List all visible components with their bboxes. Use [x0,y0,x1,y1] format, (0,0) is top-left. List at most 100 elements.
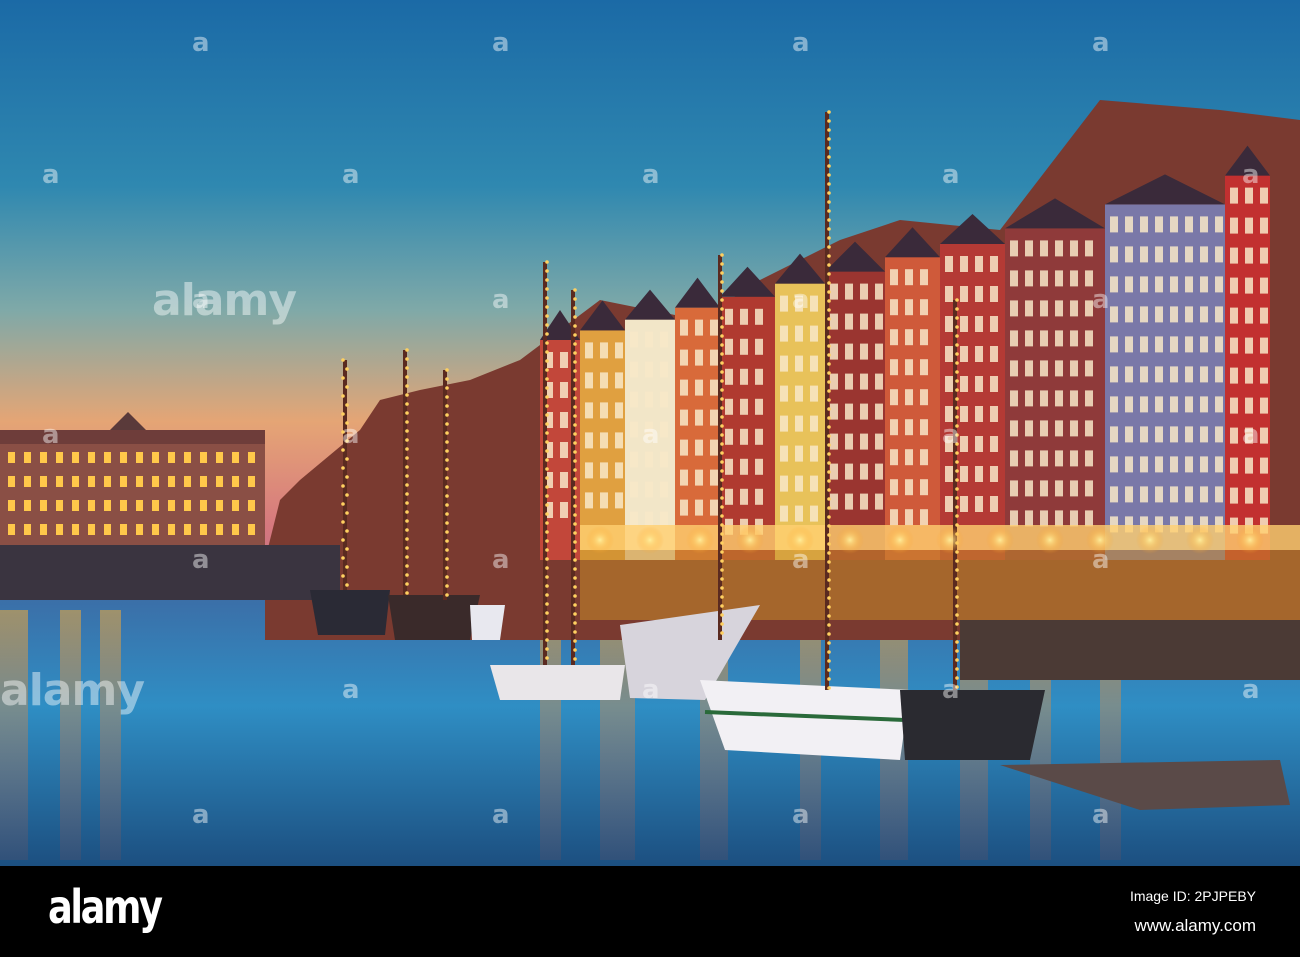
light-bulb [955,460,959,464]
light-bulb [405,519,409,523]
watermark-mark: a [192,28,210,58]
light-bulb [720,307,724,311]
light-bulb [405,357,409,361]
light-bulb [827,308,831,312]
boat [470,605,505,640]
light-bulb [955,667,959,671]
light-bulb [405,582,409,586]
light-bulb [573,423,577,427]
light-bulb [827,461,831,465]
light-bulb [955,649,959,653]
light-bulb [445,422,449,426]
image-id: Image ID: 2PJPEBY [1129,888,1256,904]
light-bulb [827,326,831,330]
light-bulb [545,395,549,399]
light-bulb [573,459,577,463]
light-bulb [573,324,577,328]
light-bulb [573,540,577,544]
light-bulb [545,611,549,615]
light-bulb [445,368,449,372]
light-bulb [445,548,449,552]
footer-bar: alamy Image ID: 2PJPEBY www.alamy.com [0,866,1300,957]
light-bulb [445,485,449,489]
light-bulb [955,397,959,401]
light-bulb [573,657,577,661]
light-bulb [345,403,349,407]
light-bulb [827,344,831,348]
light-bulb [720,433,724,437]
light-bulb [827,677,831,681]
light-bulb [405,591,409,595]
light-bulb [827,533,831,537]
light-bulb [955,568,959,572]
light-bulb [827,479,831,483]
light-bulb [573,630,577,634]
light-bulb [827,434,831,438]
light-bulb [827,524,831,528]
light-bulb [545,413,549,417]
light-bulb [955,559,959,563]
light-bulb [445,530,449,534]
watermark-mark: a [342,160,360,190]
light-bulb [545,503,549,507]
light-bulb [827,686,831,690]
light-bulb [573,603,577,607]
light-bulb [720,505,724,509]
house [675,277,720,560]
light-bulb [445,539,449,543]
light-bulb [573,495,577,499]
light-bulb [405,537,409,541]
light-bulb [573,567,577,571]
light-bulb [827,551,831,555]
light-bulb [573,333,577,337]
light-bulb [720,604,724,608]
light-bulb [445,449,449,453]
light-bulb [720,532,724,536]
light-bulb [955,334,959,338]
light-bulb [955,622,959,626]
boat [900,690,1045,760]
light-bulb [955,478,959,482]
light-bulb [955,505,959,509]
light-bulb [445,584,449,588]
light-bulb [445,431,449,435]
light-bulb [827,335,831,339]
light-bulb [545,314,549,318]
light-bulb [341,412,345,416]
light-bulb [445,377,449,381]
light-bulb [405,438,409,442]
light-bulb [345,583,349,587]
watermark-mark: a [1092,800,1110,830]
light-bulb [545,656,549,660]
light-bulb [827,452,831,456]
light-bulb [445,413,449,417]
light-bulb [720,316,724,320]
light-bulb [827,560,831,564]
light-bulb [955,523,959,527]
light-bulb [545,548,549,552]
light-bulb [955,379,959,383]
light-bulb [827,110,831,114]
watermark-mark: a [642,675,660,705]
light-bulb [827,317,831,321]
light-bulb [827,632,831,636]
watermark-mark: a [792,285,810,315]
light-bulb [573,297,577,301]
light-bulb [405,465,409,469]
light-bulb [545,260,549,264]
light-bulb [827,668,831,672]
light-bulb [573,360,577,364]
light-bulb [955,451,959,455]
light-bulb [827,569,831,573]
light-bulb [405,366,409,370]
light-bulb [545,629,549,633]
light-bulb [827,443,831,447]
light-bulb [827,200,831,204]
light-bulb [545,296,549,300]
light-bulb [405,528,409,532]
light-bulb [955,496,959,500]
light-bulb [827,164,831,168]
light-bulb [445,440,449,444]
light-bulb [545,404,549,408]
light-bulb [545,422,549,426]
